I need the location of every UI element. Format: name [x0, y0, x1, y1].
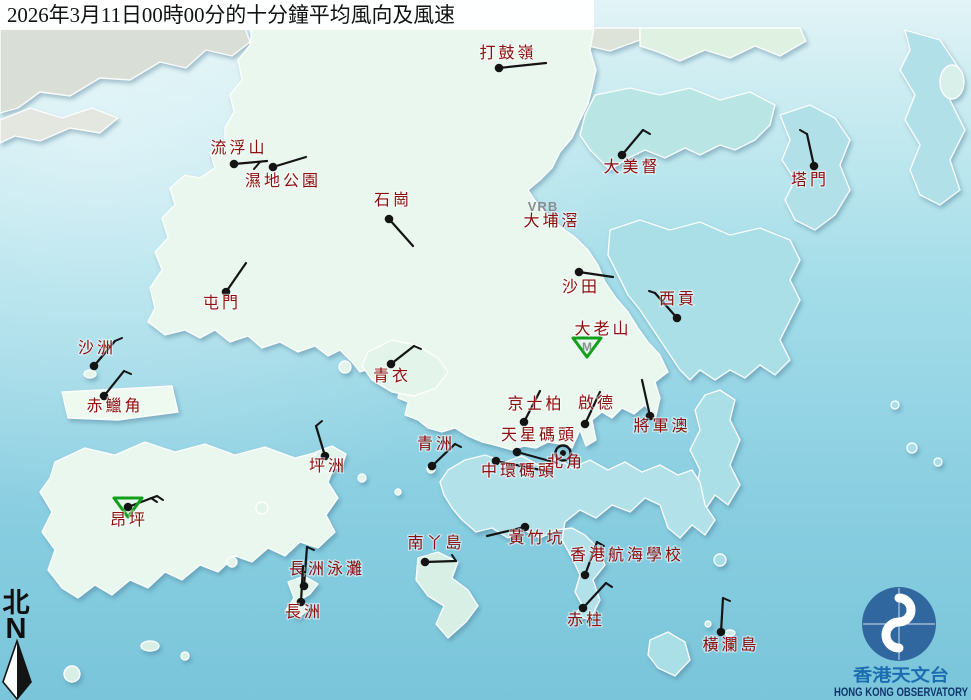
station-dot	[810, 162, 819, 171]
station-dot	[230, 160, 239, 169]
island-waglan-1	[705, 621, 711, 627]
station-label: 長洲	[285, 603, 323, 621]
island-hei-ling-chau	[256, 502, 268, 514]
station-label: 大美督	[603, 158, 660, 176]
missing-data-label: M	[582, 340, 592, 354]
station-dot	[581, 571, 590, 580]
island-soko-2	[181, 652, 189, 660]
station-label: 塔門	[791, 171, 829, 189]
island-soko-1	[141, 641, 159, 651]
station-dot	[575, 268, 584, 277]
station-dot	[90, 362, 99, 371]
station-label: 濕地公園	[245, 172, 321, 190]
station-label: 打鼓嶺	[479, 44, 536, 62]
station-dot	[618, 151, 627, 160]
hko-logo-name-en: HONG KONG OBSERVATORY	[834, 687, 968, 699]
station-label: 石崗	[374, 191, 412, 209]
station-dot	[385, 215, 394, 224]
map-title: 2026年3月11日00時00分的十分鐘平均風向及風速	[7, 3, 455, 27]
station-label: 屯門	[203, 294, 241, 312]
compass-north-letter: N	[6, 613, 27, 645]
station-label: 赤柱	[567, 611, 605, 629]
station-label: 天星碼頭	[501, 426, 577, 444]
island-soko-3	[64, 666, 80, 682]
island-shek-kwu-chau	[227, 557, 237, 567]
wind-barb-shaft	[425, 561, 456, 562]
island-tung-lung	[714, 554, 726, 566]
station-dot	[717, 628, 726, 637]
station-label: 啟德	[578, 394, 616, 412]
station-dot	[421, 558, 430, 567]
station-label: 橫瀾島	[702, 636, 759, 654]
island-kau-yi-chau	[358, 474, 366, 482]
station-label: 黃竹坑	[508, 529, 565, 547]
station-label: 大埔滘	[523, 212, 580, 230]
station-dot	[579, 604, 588, 613]
station-dot	[513, 448, 522, 457]
station-label: 將軍澳	[633, 417, 690, 435]
station-dot	[387, 360, 396, 369]
station-label: 中環碼頭	[481, 462, 557, 480]
station-dot	[581, 420, 590, 429]
station-dot	[495, 64, 504, 73]
station-label: 青洲	[417, 435, 455, 453]
station-label: 赤鱲角	[86, 397, 143, 415]
island-crescent	[940, 65, 964, 99]
station-label: 昂坪	[110, 511, 148, 529]
map-svg: 打鼓嶺流浮山濕地公園石崗 大美督塔門 VRB大埔滘沙田西貢 M 大老山 屯門沙洲赤鱲角 青衣…	[0, 0, 971, 700]
station-label: 香港航海學校	[570, 546, 684, 564]
station-label: 西貢	[659, 291, 697, 308]
vrb-note: VRB	[528, 199, 558, 214]
title-bar: 2026年3月11日00時00分的十分鐘平均風向及風速	[0, 0, 594, 30]
station-label: 南丫島	[407, 534, 464, 552]
station-label: 流浮山	[210, 139, 267, 157]
station-label: 坪洲	[309, 457, 347, 475]
island-ninepin-2	[934, 458, 942, 466]
station-label: 沙田	[562, 279, 600, 296]
wind-map: 打鼓嶺流浮山濕地公園石崗 大美督塔門 VRB大埔滘沙田西貢 M 大老山 屯門沙洲赤鱲角 青衣…	[0, 0, 971, 700]
station-dot	[269, 163, 278, 172]
station-label: 京士柏	[507, 395, 564, 413]
station-dot	[520, 418, 529, 427]
station-label: 沙洲	[78, 340, 116, 357]
station-label: 長洲泳灘	[289, 560, 365, 578]
island-ma-wan	[339, 361, 351, 373]
island-ninepin-3	[891, 401, 899, 409]
station-label: 青衣	[373, 367, 411, 385]
station-label: 大老山	[574, 320, 631, 338]
island-sha-chau	[84, 370, 96, 378]
station-dot	[673, 314, 682, 323]
station-dot	[124, 503, 133, 512]
island-ninepin-1	[907, 443, 917, 453]
station-dot	[428, 462, 437, 471]
island-small-1	[395, 489, 401, 495]
island-waglan-2	[725, 630, 735, 636]
hko-logo-name-zh: 香港天文台	[853, 665, 949, 685]
